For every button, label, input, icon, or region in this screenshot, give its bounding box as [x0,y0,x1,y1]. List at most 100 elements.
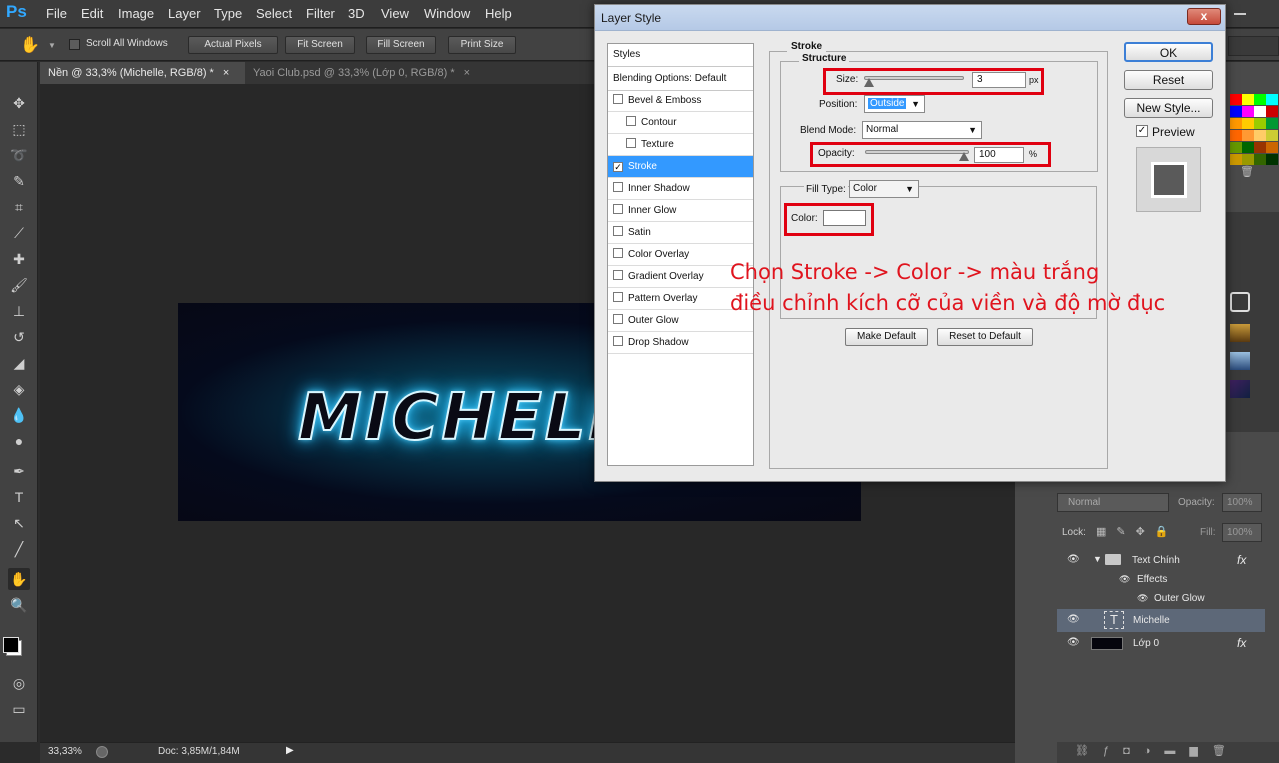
fill-screen-button[interactable]: Fill Screen [366,36,436,54]
color-swatch[interactable] [1230,118,1242,129]
style-thumb-purple[interactable] [1230,380,1250,398]
zoom-tool-icon[interactable]: 🔍 [8,594,30,616]
minimize-icon[interactable] [1234,13,1246,15]
style-checkbox[interactable] [613,292,623,302]
style-checkbox[interactable] [613,314,623,324]
color-swatch[interactable] [1242,130,1254,141]
trash-icon[interactable]: 🗑 [1240,165,1254,178]
color-swatch[interactable] [1230,154,1242,165]
style-checkbox[interactable] [613,182,623,192]
style-checkbox[interactable] [626,116,636,126]
color-swatch[interactable] [1230,142,1242,153]
style-item[interactable]: Satin [608,222,753,244]
path-selection-tool-icon[interactable]: ↖ [8,512,30,534]
opacity-slider[interactable] [865,149,969,161]
style-item[interactable]: Bevel & Emboss [608,90,753,112]
style-checkbox[interactable] [626,138,636,148]
close-icon[interactable]: × [223,67,229,79]
style-item[interactable]: Contour [608,112,753,134]
color-swatch[interactable] [1266,154,1278,165]
eye-icon[interactable]: 👁 [1067,554,1080,565]
zoom-level[interactable]: 33,33% [48,746,82,757]
color-swatch[interactable] [1254,154,1266,165]
ok-button[interactable]: OK [1124,42,1213,62]
eraser-tool-icon[interactable]: ◢ [8,352,30,374]
layer-blend-mode-select[interactable]: Normal [1057,493,1169,512]
color-swatch[interactable] [1254,106,1266,117]
dialog-titlebar[interactable]: Layer Style x [595,5,1225,31]
color-swatch[interactable] [1242,106,1254,117]
color-swatch[interactable] [1242,142,1254,153]
eye-icon[interactable]: 👁 [1137,593,1148,604]
menu-type[interactable]: Type [214,6,242,21]
move-tool-icon[interactable]: ✥ [8,92,30,114]
color-swatch[interactable] [1242,118,1254,129]
style-thumb-frame[interactable] [1230,292,1250,312]
style-checkbox[interactable] [613,270,623,280]
menu-layer[interactable]: Layer [168,6,201,21]
color-swatch[interactable] [1266,94,1278,105]
close-icon[interactable]: × [464,67,470,79]
new-style-button[interactable]: New Style... [1124,98,1213,118]
style-thumb-sky[interactable] [1230,352,1250,370]
layer-row-lop-0[interactable]: 👁 Lớp 0 fx [1057,632,1265,655]
color-swatch[interactable] [1266,130,1278,141]
make-default-button[interactable]: Make Default [845,328,928,346]
dialog-close-button[interactable]: x [1187,8,1221,25]
layer-fill-field[interactable]: 100% [1222,523,1262,542]
color-swatch[interactable] [1242,154,1254,165]
stroke-color-swatch[interactable] [823,210,866,226]
fx-icon[interactable]: fx [1237,553,1246,567]
quick-mask-icon[interactable]: ◎ [8,672,30,694]
blending-options-item[interactable]: Blending Options: Default [613,73,726,84]
fill-type-select[interactable]: Color ▼ [849,180,919,198]
preview-checkbox[interactable]: ✓ [1136,125,1148,137]
style-checkbox[interactable] [613,204,623,214]
menu-help[interactable]: Help [485,6,512,21]
style-item[interactable]: Texture [608,134,753,156]
color-swatch[interactable] [1230,130,1242,141]
position-select[interactable]: Outside ▼ [864,95,925,113]
lasso-tool-icon[interactable]: ➰ [8,144,30,166]
color-swatch[interactable] [1254,142,1266,153]
reset-to-default-button[interactable]: Reset to Default [937,328,1033,346]
hand-tool-icon[interactable]: ✋ [8,568,30,590]
color-swatch[interactable] [1266,118,1278,129]
tab-nen[interactable]: Nền @ 33,3% (Michelle, RGB/8) * × [40,62,245,84]
print-size-button[interactable]: Print Size [448,36,516,54]
style-item[interactable]: Inner Shadow [608,178,753,200]
style-checkbox[interactable]: ✓ [613,162,623,172]
layer-row-michelle[interactable]: 👁 T Michelle [1057,609,1265,632]
menu-image[interactable]: Image [118,6,154,21]
menu-3d[interactable]: 3D [348,6,365,21]
reset-button[interactable]: Reset [1124,70,1213,90]
style-checkbox[interactable] [613,94,623,104]
style-item[interactable]: ✓ Stroke [608,156,753,178]
opacity-slider-thumb[interactable] [959,152,969,161]
pen-tool-icon[interactable]: ✒ [8,460,30,482]
size-slider[interactable] [864,75,964,87]
brush-tool-icon[interactable]: 🖌 [8,274,30,296]
style-checkbox[interactable] [613,336,623,346]
color-swatch[interactable] [1230,106,1242,117]
fit-screen-button[interactable]: Fit Screen [285,36,355,54]
status-menu-arrow-icon[interactable]: ▶ [286,745,294,756]
marquee-tool-icon[interactable]: ⬚ [8,118,30,140]
style-checkbox[interactable] [613,226,623,236]
style-checkbox[interactable] [613,248,623,258]
eye-icon[interactable]: 👁 [1119,574,1130,585]
swatches-panel[interactable] [1230,94,1278,178]
stamp-tool-icon[interactable]: ⊥ [8,300,30,322]
color-swatch[interactable] [1266,106,1278,117]
opacity-input[interactable]: 100 [974,147,1024,163]
dodge-tool-icon[interactable]: ● [8,430,30,452]
workspace-switcher[interactable] [1228,36,1279,56]
share-icon[interactable] [96,746,108,758]
blend-mode-select[interactable]: Normal ▼ [862,121,982,139]
color-swatch[interactable] [1254,118,1266,129]
menu-window[interactable]: Window [424,6,470,21]
paint-bucket-tool-icon[interactable]: ◈ [8,378,30,400]
eyedropper-tool-icon[interactable]: ⟋ [8,222,30,244]
line-tool-icon[interactable]: ╱ [8,538,30,560]
eye-icon[interactable]: 👁 [1067,637,1080,648]
